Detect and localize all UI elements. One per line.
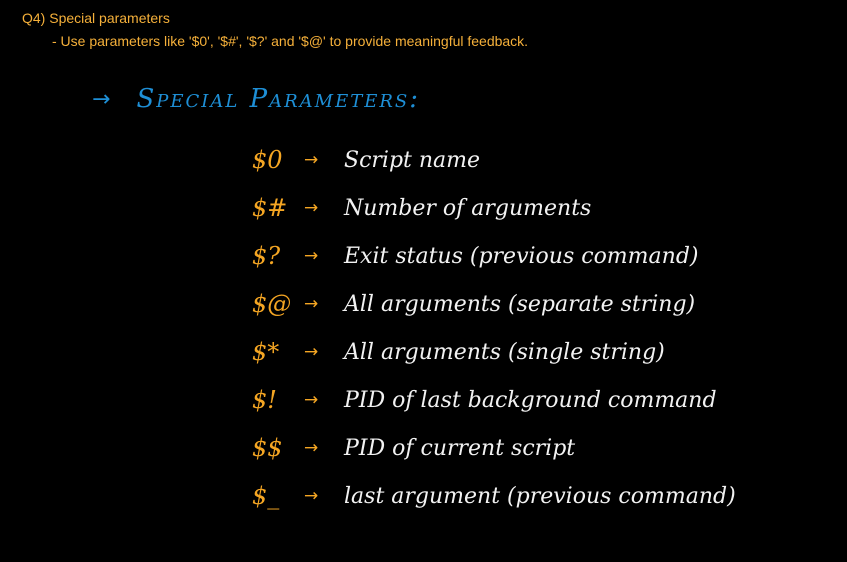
arrow-icon: → [304,486,319,506]
parameter-row: $? → Exit status (previous command) [252,232,832,280]
parameter-row: $@ → All arguments (separate string) [252,280,832,328]
parameter-description: Number of arguments [344,195,592,221]
parameter-description: Script name [344,147,481,173]
parameter-row: $# → Number of arguments [252,184,832,232]
parameter-description: Exit status (previous command) [344,243,699,269]
arrow-icon: → [304,342,319,362]
heading-arrow-icon: → [92,86,111,112]
parameter-symbol: $0 [252,146,283,174]
arrow-icon: → [304,438,319,458]
parameter-symbol: $$ [252,434,283,462]
notes-heading-row: → Special Parameters: [92,84,420,114]
parameter-symbol: $_ [252,482,280,510]
parameter-description: PID of current script [344,435,576,461]
parameter-symbol: $@ [252,290,292,318]
notes-heading: Special Parameters: [136,84,421,114]
arrow-icon: → [304,294,319,314]
parameter-list: $0 → Script name $# → Number of argument… [252,136,832,520]
parameter-description: All arguments (single string) [344,339,665,365]
question-description: - Use parameters like '$0', '$#', '$?' a… [52,33,529,49]
arrow-icon: → [304,390,319,410]
parameter-symbol: $! [252,386,277,414]
parameter-symbol: $? [252,242,281,270]
parameter-symbol: $* [252,338,280,366]
parameter-row: $* → All arguments (single string) [252,328,832,376]
question-title: Q4) Special parameters [22,10,170,26]
parameter-description: PID of last background command [344,387,717,413]
arrow-icon: → [304,150,319,170]
parameter-description: All arguments (separate string) [344,291,696,317]
parameter-row: $_ → last argument (previous command) [252,472,832,520]
parameter-row: $$ → PID of current script [252,424,832,472]
parameter-symbol: $# [252,194,288,222]
arrow-icon: → [304,246,319,266]
parameter-row: $0 → Script name [252,136,832,184]
parameter-row: $! → PID of last background command [252,376,832,424]
parameter-description: last argument (previous command) [344,483,736,509]
arrow-icon: → [304,198,319,218]
